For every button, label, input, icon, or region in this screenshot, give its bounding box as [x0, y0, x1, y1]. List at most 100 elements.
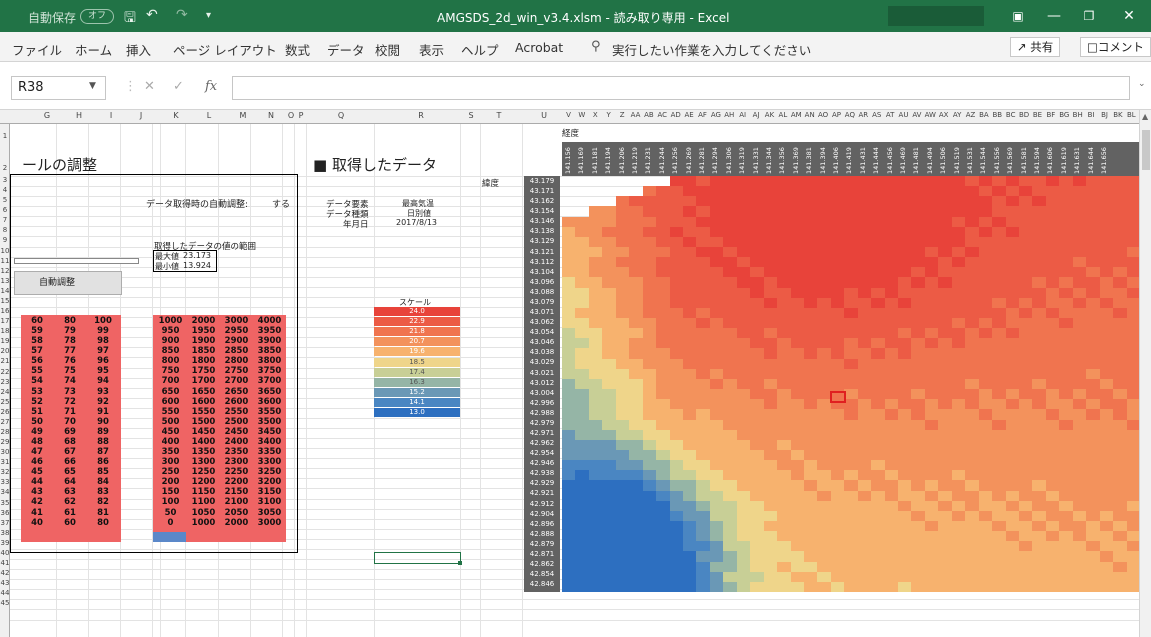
heatmap-cell[interactable]	[1099, 318, 1114, 329]
table-cell[interactable]: 75	[55, 366, 85, 376]
heatmap-cell[interactable]	[723, 581, 738, 592]
heatmap-cell[interactable]	[898, 419, 913, 431]
table-cell[interactable]: 1050	[187, 508, 220, 518]
heatmap-cell[interactable]	[669, 267, 684, 279]
heatmap-cell[interactable]	[723, 490, 738, 502]
heatmap-cell[interactable]	[669, 449, 684, 461]
heatmap-cell[interactable]	[830, 338, 845, 350]
column-header[interactable]: H	[70, 111, 88, 120]
table-cell[interactable]: 3900	[253, 336, 286, 346]
heatmap-cell[interactable]	[723, 561, 738, 573]
heatmap-cell[interactable]	[898, 247, 913, 258]
heatmap-cell[interactable]	[817, 510, 832, 522]
heatmap-cell[interactable]	[857, 500, 872, 512]
heatmap-cell[interactable]	[817, 196, 832, 208]
row-header[interactable]: 19	[0, 337, 10, 345]
heatmap-cell[interactable]	[924, 267, 939, 279]
heatmap-cell[interactable]	[965, 196, 980, 208]
heatmap-cell[interactable]	[803, 206, 818, 218]
heatmap-cell[interactable]	[992, 551, 1007, 563]
heatmap-cell[interactable]	[1113, 460, 1128, 471]
heatmap-cell[interactable]	[602, 419, 617, 431]
heatmap-cell[interactable]	[656, 449, 671, 461]
heatmap-cell[interactable]	[884, 460, 899, 471]
heatmap-cell[interactable]	[1086, 571, 1101, 583]
heatmap-cell[interactable]	[790, 581, 805, 592]
heatmap-cell[interactable]	[1099, 551, 1114, 563]
heatmap-cell[interactable]	[951, 520, 966, 532]
heatmap-cell[interactable]	[777, 520, 792, 532]
heatmap-cell[interactable]	[615, 581, 630, 592]
heatmap-cell[interactable]	[1072, 460, 1087, 471]
heatmap-cell[interactable]	[898, 429, 913, 441]
heatmap-cell[interactable]	[1045, 378, 1060, 390]
table-cell[interactable]: 3000	[253, 518, 286, 528]
heatmap-cell[interactable]	[750, 287, 765, 299]
heatmap-cell[interactable]	[763, 541, 778, 552]
heatmap-cell[interactable]	[1059, 551, 1074, 563]
row-header[interactable]: 12	[0, 267, 10, 275]
heatmap-cell[interactable]	[1019, 490, 1034, 502]
heatmap-cell[interactable]	[1005, 206, 1020, 218]
heatmap-cell[interactable]	[790, 551, 805, 563]
heatmap-cell[interactable]	[723, 470, 738, 481]
row-header[interactable]: 8	[0, 226, 10, 234]
heatmap-cell[interactable]	[615, 267, 630, 279]
heatmap-cell[interactable]	[1059, 328, 1074, 339]
heatmap-cell[interactable]	[1059, 186, 1074, 197]
heatmap-cell[interactable]	[750, 257, 765, 268]
heatmap-cell[interactable]	[750, 551, 765, 563]
heatmap-cell[interactable]	[723, 186, 738, 197]
row-header[interactable]: 42	[0, 569, 10, 577]
heatmap-cell[interactable]	[857, 216, 872, 228]
heatmap-cell[interactable]	[763, 176, 778, 187]
heatmap-cell[interactable]	[884, 176, 899, 187]
heatmap-cell[interactable]	[736, 531, 751, 542]
heatmap-cell[interactable]	[1032, 581, 1047, 592]
heatmap-cell[interactable]	[656, 358, 671, 370]
heatmap-cell[interactable]	[562, 510, 577, 522]
heatmap-cell[interactable]	[682, 470, 697, 481]
heatmap-cell[interactable]	[562, 287, 577, 299]
heatmap-cell[interactable]	[817, 307, 832, 319]
heatmap-cell[interactable]	[830, 480, 845, 492]
heatmap-cell[interactable]	[1113, 581, 1128, 592]
row-header[interactable]: 13	[0, 277, 10, 285]
heatmap-cell[interactable]	[602, 236, 617, 248]
heatmap-cell[interactable]	[857, 338, 872, 350]
heatmap-cell[interactable]	[1126, 429, 1140, 441]
heatmap-cell[interactable]	[978, 216, 993, 228]
heatmap-cell[interactable]	[803, 571, 818, 583]
heatmap-cell[interactable]	[924, 419, 939, 431]
heatmap-cell[interactable]	[965, 551, 980, 563]
heatmap-cell[interactable]	[1059, 358, 1074, 370]
heatmap-cell[interactable]	[562, 409, 577, 421]
heatmap-cell[interactable]	[965, 520, 980, 532]
heatmap-cell[interactable]	[656, 419, 671, 431]
heatmap-cell[interactable]	[696, 531, 711, 542]
heatmap-cell[interactable]	[656, 470, 671, 481]
heatmap-cell[interactable]	[1072, 520, 1087, 532]
heatmap-cell[interactable]	[830, 510, 845, 522]
heatmap-cell[interactable]	[844, 338, 859, 350]
restore-icon[interactable]: ❐	[1074, 5, 1104, 27]
heatmap-cell[interactable]	[1032, 449, 1047, 461]
heatmap-cell[interactable]	[682, 510, 697, 522]
column-header[interactable]: BK	[1111, 111, 1124, 119]
heatmap-cell[interactable]	[790, 297, 805, 309]
heatmap-cell[interactable]	[992, 348, 1007, 360]
heatmap-cell[interactable]	[682, 409, 697, 421]
heatmap-cell[interactable]	[575, 399, 590, 410]
heatmap-cell[interactable]	[803, 419, 818, 431]
heatmap-cell[interactable]	[1005, 571, 1020, 583]
heatmap-cell[interactable]	[1072, 531, 1087, 542]
heatmap-cell[interactable]	[709, 500, 724, 512]
heatmap-cell[interactable]	[884, 490, 899, 502]
heatmap-cell[interactable]	[898, 318, 913, 329]
table-cell[interactable]: 1350	[187, 447, 220, 457]
heatmap-cell[interactable]	[723, 439, 738, 451]
heatmap-cell[interactable]	[844, 267, 859, 279]
heatmap-cell[interactable]	[1059, 571, 1074, 583]
heatmap-cell[interactable]	[857, 531, 872, 542]
heatmap-cell[interactable]	[911, 439, 926, 451]
